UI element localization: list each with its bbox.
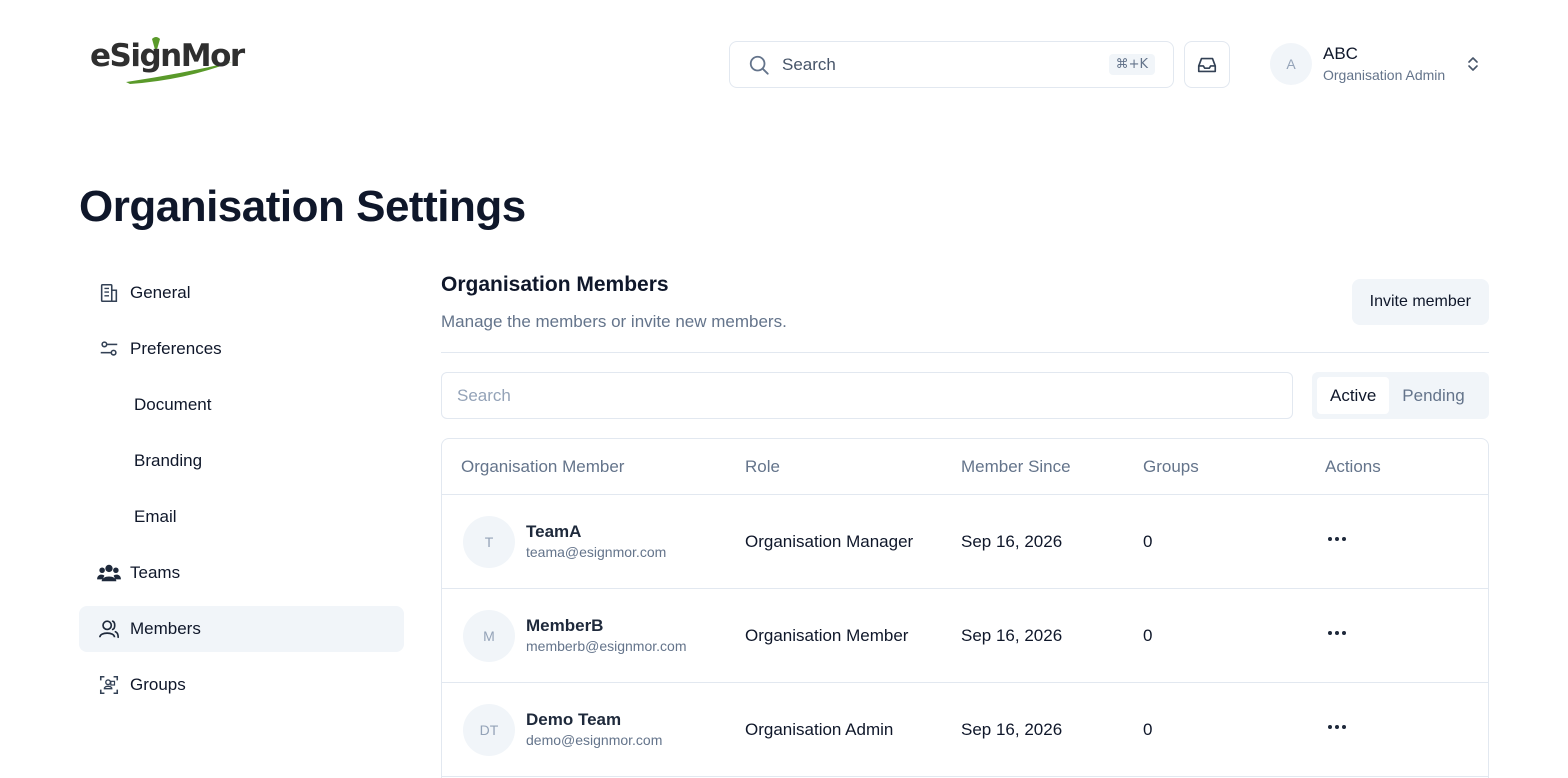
tab-active[interactable]: Active: [1317, 377, 1390, 414]
app-logo[interactable]: eSignMor: [90, 34, 245, 88]
building-icon: [97, 281, 121, 305]
sidebar-item-label: General: [130, 283, 191, 302]
sidebar-item-preferences[interactable]: Preferences: [79, 326, 404, 372]
member-search-input[interactable]: [457, 385, 1277, 406]
sidebar-item-teams[interactable]: Teams: [79, 550, 404, 596]
sidebar-item-branding[interactable]: Branding: [79, 438, 404, 484]
inbox-icon: [1197, 57, 1217, 72]
column-header-groups[interactable]: Groups: [1143, 439, 1199, 494]
column-header-role[interactable]: Role: [745, 439, 780, 494]
sidebar-item-label: Preferences: [130, 339, 222, 358]
sidebar-item-members[interactable]: Members: [79, 606, 404, 652]
global-search-placeholder: Search: [782, 54, 836, 74]
sidebar-item-label: Document: [134, 395, 212, 414]
page-title: Organisation Settings: [79, 182, 526, 231]
user-icon: [97, 617, 121, 641]
more-actions-icon[interactable]: [1325, 621, 1349, 645]
sidebar-item-general[interactable]: General: [79, 270, 404, 316]
member-groups: 0: [1143, 531, 1153, 551]
user-role: Organisation Admin: [1323, 67, 1446, 83]
column-header-actions: Actions: [1325, 456, 1381, 476]
sidebar-item-label: Members: [130, 619, 201, 638]
member-search: [441, 372, 1293, 419]
member-name: MemberB: [526, 616, 604, 635]
sidebar-item-label: Groups: [130, 675, 186, 694]
member-groups: 0: [1143, 625, 1153, 645]
member-since: Sep 16, 2026: [961, 531, 1063, 551]
search-icon: [749, 55, 769, 75]
global-search[interactable]: Search ⌘+K: [729, 41, 1174, 88]
member-name: TeamA: [526, 522, 582, 541]
sliders-icon: [97, 337, 121, 361]
table-row: DT Demo Team demo@esignmor.com Organisat…: [442, 683, 1488, 777]
member-since: Sep 16, 2026: [961, 719, 1063, 739]
table-row: T TeamA teama@esignmor.com Organisation …: [442, 495, 1488, 589]
search-shortcut-badge: ⌘+K: [1108, 54, 1155, 75]
member-email: demo@esignmor.com: [526, 732, 663, 748]
member-groups: 0: [1143, 719, 1153, 739]
sidebar-item-label: Email: [134, 507, 177, 526]
member-since: Sep 16, 2026: [961, 625, 1063, 645]
table-header: Organisation Member Role Member Since Gr…: [442, 439, 1488, 495]
column-header-member-since[interactable]: Member Since: [961, 439, 1071, 494]
chevrons-up-down-icon: [1468, 57, 1478, 71]
tab-pending[interactable]: Pending: [1389, 377, 1477, 414]
member-avatar: M: [463, 609, 515, 662]
member-role: Organisation Member: [745, 625, 909, 645]
avatar: A: [1270, 43, 1312, 85]
sidebar-item-label: Branding: [134, 451, 203, 470]
users-icon: [97, 561, 121, 585]
status-tabs: Active Pending: [1312, 372, 1489, 419]
group-icon: [97, 673, 121, 697]
sidebar-item-label: Teams: [130, 563, 181, 582]
member-avatar: DT: [463, 703, 515, 756]
members-table: Organisation Member Role Member Since Gr…: [441, 438, 1489, 778]
sidebar-item-groups[interactable]: Groups: [79, 662, 404, 708]
user-menu[interactable]: A ABC Organisation Admin: [1270, 43, 1481, 85]
section-description: Manage the members or invite new members…: [441, 312, 787, 331]
member-email: teama@esignmor.com: [526, 544, 667, 560]
inbox-button[interactable]: [1184, 41, 1230, 88]
member-email: memberb@esignmor.com: [526, 638, 687, 654]
column-header-member[interactable]: Organisation Member: [461, 439, 624, 494]
member-role: Organisation Manager: [745, 531, 914, 551]
user-name: ABC: [1323, 44, 1358, 63]
table-row: M MemberB memberb@esignmor.com Organisat…: [442, 589, 1488, 683]
settings-sidebar: General Preferences Document Branding Em…: [79, 270, 404, 718]
logo-text: eSignMor: [90, 38, 245, 74]
invite-member-button[interactable]: Invite member: [1351, 279, 1489, 325]
sidebar-item-email[interactable]: Email: [79, 494, 404, 540]
more-actions-icon[interactable]: [1325, 715, 1349, 739]
sidebar-item-document[interactable]: Document: [79, 382, 404, 428]
member-name: Demo Team: [526, 710, 622, 729]
divider: [441, 352, 1489, 353]
section-title: Organisation Members: [441, 273, 669, 296]
member-avatar: T: [463, 515, 515, 568]
member-role: Organisation Admin: [745, 719, 894, 739]
more-actions-icon[interactable]: [1325, 527, 1349, 551]
